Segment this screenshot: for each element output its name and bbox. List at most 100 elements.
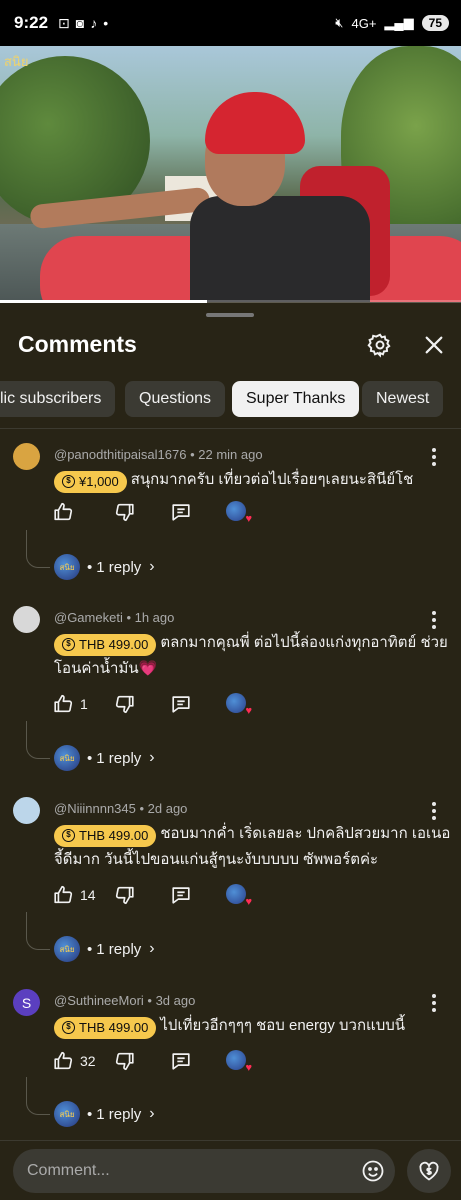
reply-icon: [172, 1053, 190, 1070]
tiktok-icon: ♪: [90, 15, 98, 31]
comment-handle[interactable]: @SuthineeMori: [54, 993, 144, 1008]
commenter-avatar[interactable]: [13, 797, 40, 824]
comment-actions: 14 ♥: [52, 880, 312, 910]
chevron-right-icon: ›: [149, 749, 155, 766]
panel-title: Comments: [18, 331, 137, 357]
commenter-avatar[interactable]: S: [13, 989, 40, 1016]
commenter-avatar[interactable]: [13, 443, 40, 470]
comment-author-line: @Niiinnnn345 • 2d ago: [54, 801, 187, 816]
reply-button[interactable]: [170, 880, 192, 910]
dislike-button[interactable]: [114, 880, 136, 910]
thumbs-down-icon: [115, 503, 134, 522]
chip-newest[interactable]: Newest: [362, 381, 444, 417]
comment-handle[interactable]: @Niiinnnn345: [54, 801, 136, 816]
thumbs-up-icon: [54, 502, 73, 521]
close-icon: [425, 336, 443, 354]
heart-icon: ♥: [245, 896, 252, 908]
super-thanks-badge: $ THB 499.00: [54, 1016, 157, 1039]
status-bar: 9:22 ⊡ ◙ ♪ • 🔇︎ 4G+ ▂▄▆ 75: [0, 0, 461, 46]
creator-heart-avatar: ♥: [226, 501, 252, 525]
creator-avatar: สนิย: [54, 745, 80, 771]
heart-icon: ♥: [245, 513, 252, 525]
settings-button[interactable]: [363, 328, 397, 362]
close-button[interactable]: [417, 328, 451, 362]
status-time: 9:22: [14, 13, 49, 32]
tip-amount: THB 499.00: [79, 636, 149, 652]
mute-icon: 🔇︎: [335, 15, 344, 30]
creator-avatar: สนิย: [54, 1101, 80, 1127]
commenter-avatar[interactable]: [13, 606, 40, 633]
creator-avatar: สนิย: [54, 936, 80, 962]
video-person: [190, 196, 370, 302]
thread-connector: [26, 1077, 50, 1115]
thumbs-up-icon: [54, 885, 73, 904]
separator: •: [143, 993, 156, 1008]
comment-body: $ THB 499.00 ชอบมากค่ำ เริ่ดเลยละ ปกคลิปสว…: [54, 821, 454, 873]
comment-actions: 1 ♥: [52, 689, 312, 719]
comment-input[interactable]: Comment...: [13, 1149, 395, 1193]
separator: •: [87, 1105, 93, 1123]
view-replies-button[interactable]: สนิย • 1 reply ›: [54, 935, 155, 963]
reply-button[interactable]: [170, 689, 192, 719]
chip-questions[interactable]: Questions: [125, 381, 226, 417]
reply-count: 1 reply: [96, 749, 142, 767]
thumbs-down-icon: [115, 695, 134, 714]
view-replies-button[interactable]: สนิย • 1 reply ›: [54, 553, 155, 581]
chevron-right-icon: ›: [149, 1105, 155, 1122]
gear-icon: [367, 333, 391, 358]
drag-handle[interactable]: [206, 313, 254, 317]
reply-icon: [172, 696, 190, 713]
thumbs-up-icon: [54, 694, 73, 713]
comment-body: $ ¥1,000 สนุกมากครับ เที่ยวต่อไปเรื่อยๆเลย…: [54, 467, 454, 493]
reply-button[interactable]: [170, 497, 192, 527]
dot-icon: •: [103, 15, 109, 31]
creator-heart-avatar: ♥: [226, 1050, 252, 1074]
more-icon[interactable]: [424, 445, 444, 469]
comment-handle[interactable]: @panodthitipaisal1676: [54, 447, 186, 462]
super-thanks-icon: $: [62, 475, 75, 488]
creator-avatar: สนิย: [54, 554, 80, 580]
reply-count: 1 reply: [96, 1105, 142, 1123]
like-button[interactable]: 32: [52, 1046, 96, 1076]
separator: •: [135, 801, 148, 816]
divider: [0, 428, 461, 429]
comment-time: 22 min ago: [198, 447, 263, 462]
tip-amount: ¥1,000: [79, 473, 119, 489]
more-icon[interactable]: [424, 799, 444, 823]
emoji-button[interactable]: [355, 1153, 391, 1189]
like-count: 32: [80, 1053, 96, 1069]
dislike-button[interactable]: [114, 497, 136, 527]
super-thanks-icon: $: [62, 1021, 75, 1034]
comment-time: 3d ago: [155, 993, 196, 1008]
dislike-button[interactable]: [114, 689, 136, 719]
comment-time: 1h ago: [134, 610, 175, 625]
comment-actions: 32 ♥: [52, 1046, 312, 1076]
reply-button[interactable]: [170, 1046, 192, 1076]
dislike-button[interactable]: [114, 1046, 136, 1076]
super-thanks-badge: $ THB 499.00: [54, 824, 157, 847]
screenshot-icon: ⊡: [58, 14, 70, 31]
view-replies-button[interactable]: สนิย • 1 reply ›: [54, 744, 155, 772]
more-icon[interactable]: [424, 991, 444, 1015]
comment-body: $ THB 499.00 ไปเที่ยวอีกๆๆๆ ชอบ energy บวก…: [54, 1013, 454, 1039]
comment-time: 2d ago: [147, 801, 188, 816]
view-replies-button[interactable]: สนิย • 1 reply ›: [54, 1100, 155, 1128]
super-thanks-button[interactable]: [407, 1149, 451, 1193]
app-notification-icon: ◙: [75, 15, 85, 31]
chip-super-thanks[interactable]: Super Thanks: [232, 381, 360, 417]
super-thanks-badge: $ THB 499.00: [54, 633, 157, 656]
like-count: 1: [80, 696, 88, 712]
like-button[interactable]: [52, 497, 80, 527]
creator-heart-avatar: ♥: [226, 693, 252, 717]
more-icon[interactable]: [424, 608, 444, 632]
video-player[interactable]: สนิย: [0, 46, 461, 302]
comment-handle[interactable]: @Gameketi: [54, 610, 123, 625]
like-button[interactable]: 1: [52, 689, 88, 719]
heart-icon: ♥: [245, 1062, 252, 1074]
super-thanks-badge: $ ¥1,000: [54, 470, 127, 493]
like-button[interactable]: 14: [52, 880, 96, 910]
separator: •: [87, 940, 93, 958]
reply-count: 1 reply: [96, 558, 142, 576]
chip-subscribers[interactable]: lic subscribers: [0, 381, 116, 417]
comment-text: ไปเที่ยวอีกๆๆๆ ชอบ energy บวกแบบนี้: [160, 1017, 405, 1034]
